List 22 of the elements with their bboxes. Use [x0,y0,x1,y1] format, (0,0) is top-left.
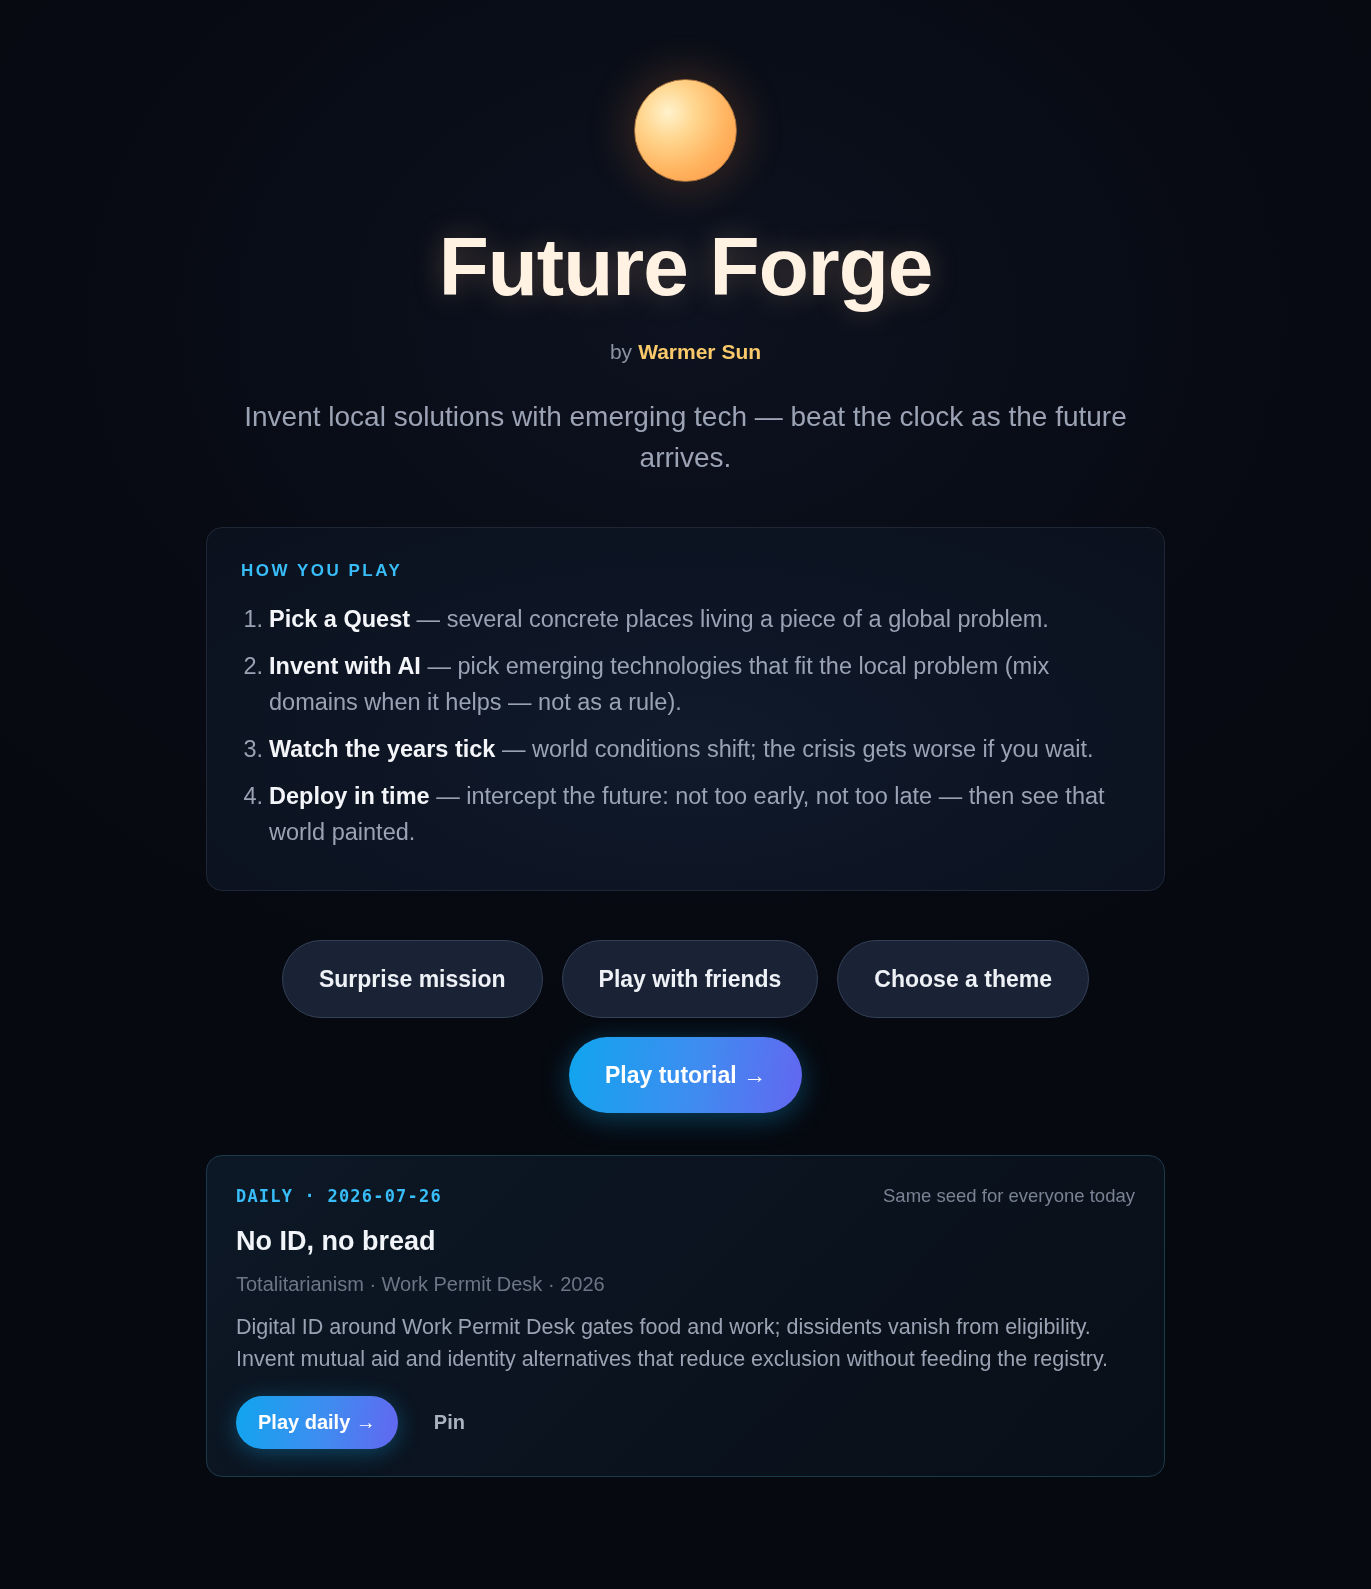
step-number: 3. [242,735,263,764]
step-number: 4. [242,782,263,811]
daily-title: No ID, no bread [236,1225,437,1258]
step-text: Watch the years tick — world conditions shift; the crisis gets worse if you wait. [269,735,1094,764]
author-name: Warmer Sun [638,339,762,365]
byline-prefix: by [609,339,633,365]
step-text: Invent with AI — pick emerging technologies that fit the local problem (mix domains when it helps — not as a rule). [269,652,1051,717]
daily-meta: Totalitarianism · Work Permit Desk · 2026 [236,1272,606,1297]
step-text: Deploy in time — intercept the future: not too early, not too late — then see that world painted. [269,782,1106,847]
action-button[interactable]: Play with friends [561,940,819,1018]
step-number: 1. [242,605,263,634]
section-heading: HOW YOU PLAY [241,560,404,582]
daily-date-tag: DAILY · 2026-07-26 [236,1184,442,1208]
daily-description: Digital ID around Work Permit Desk gates food and work; dissidents vanish from eligibility. Invent mutual aid and identity alternatives that reduce exclusion without feeding the registry. [236,1314,1110,1373]
action-button[interactable]: Choose a theme [837,940,1089,1018]
action-button[interactable]: Surprise mission [281,940,543,1018]
tagline: Invent local solutions with emerging tech — beat the clock as the future arrives. [243,400,1128,475]
pin-button[interactable]: Pin [411,1396,487,1449]
app-title: Future Forge [438,222,933,312]
step-number: 2. [242,652,263,681]
daily-note: Same seed for everyone today [883,1184,1135,1208]
step-text: Pick a Quest — several concrete places living a piece of a global problem. [269,605,1049,634]
